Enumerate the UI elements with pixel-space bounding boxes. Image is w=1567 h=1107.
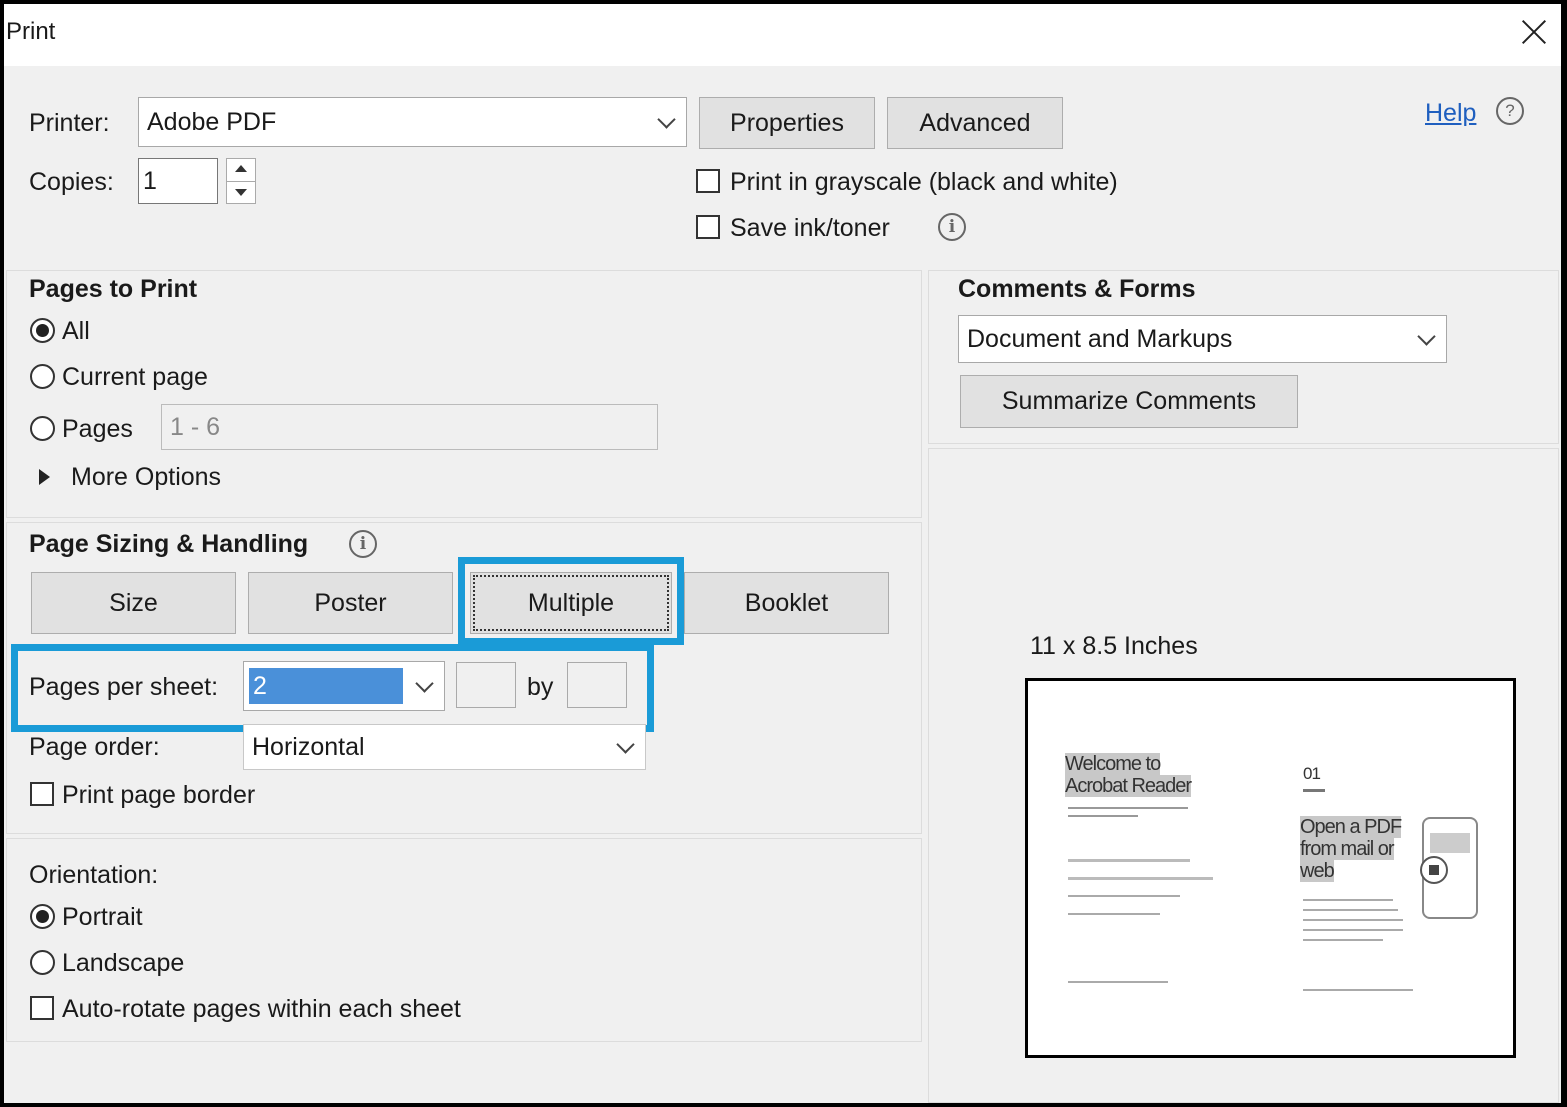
printer-value: Adobe PDF (147, 107, 277, 136)
landscape-radio[interactable] (30, 950, 55, 975)
expand-triangle-icon[interactable] (39, 469, 50, 485)
advanced-button[interactable]: Advanced (887, 97, 1063, 149)
copies-input[interactable]: 1 (138, 158, 218, 204)
chevron-down-icon[interactable] (646, 98, 686, 146)
tab-booklet[interactable]: Booklet (684, 572, 889, 634)
preview-text-line (1068, 815, 1138, 817)
page-sizing-heading: Page Sizing & Handling (29, 530, 309, 558)
preview-left-page: Welcome to Acrobat Reader (1065, 753, 1192, 797)
pages-range-value: 1 - 6 (170, 412, 221, 441)
preview-list-line (1068, 859, 1190, 862)
comments-forms-select[interactable]: Document and Markups (958, 315, 1447, 363)
preview-list-line (1068, 877, 1213, 880)
pages-label: Pages (62, 415, 133, 443)
copies-stepper[interactable] (226, 158, 256, 204)
title-bar: Print (4, 4, 1561, 66)
preview-right-page: Open a PDF from mail or web (1300, 816, 1402, 882)
printer-select[interactable]: Adobe PDF (138, 97, 687, 147)
preview-text-line (1068, 807, 1188, 809)
all-radio[interactable] (30, 318, 55, 343)
print-page-border-label: Print page border (62, 781, 256, 809)
stepper-up-icon[interactable] (235, 165, 247, 172)
save-ink-checkbox[interactable] (696, 215, 720, 239)
preview-text-line (1303, 929, 1403, 931)
page-sizing-info-icon[interactable]: i (349, 530, 377, 558)
print-preview: Welcome to Acrobat Reader 01 Open a PDF … (1025, 678, 1516, 1058)
preview-text-line (1303, 939, 1383, 941)
by-label: by (527, 673, 554, 701)
preview-footer-line (1303, 989, 1413, 991)
more-options-link[interactable]: More Options (71, 463, 221, 492)
tab-size[interactable]: Size (31, 572, 236, 634)
summarize-comments-button[interactable]: Summarize Comments (960, 375, 1298, 428)
orientation-heading: Orientation: (29, 861, 159, 889)
tab-poster[interactable]: Poster (248, 572, 453, 634)
page-order-value: Horizontal (252, 732, 365, 761)
comments-forms-heading: Comments & Forms (958, 275, 1196, 303)
pages-radio[interactable] (30, 416, 55, 441)
auto-rotate-label: Auto-rotate pages within each sheet (62, 995, 461, 1023)
landscape-label: Landscape (62, 949, 185, 977)
current-page-radio[interactable] (30, 364, 55, 389)
all-label: All (62, 317, 90, 345)
preview-text-line (1303, 899, 1393, 901)
close-icon[interactable] (1516, 14, 1552, 50)
print-page-border-checkbox[interactable] (30, 782, 54, 806)
chevron-down-icon[interactable] (1406, 316, 1446, 362)
print-dialog: Print Printer: Adobe PDF Properties Adva… (4, 4, 1561, 1103)
save-ink-info-icon[interactable]: i (938, 213, 966, 241)
properties-button[interactable]: Properties (699, 97, 875, 149)
chevron-down-icon[interactable] (404, 662, 444, 710)
page-order-select[interactable]: Horizontal (243, 724, 646, 770)
copies-label: Copies: (29, 168, 114, 196)
dialog-title: Print (6, 18, 56, 45)
preview-text-line (1303, 909, 1398, 911)
grayscale-label: Print in grayscale (black and white) (730, 168, 1118, 196)
tab-multiple[interactable]: Multiple (470, 572, 672, 634)
auto-rotate-checkbox[interactable] (30, 996, 54, 1020)
pages-per-sheet-select[interactable]: 2 (243, 661, 445, 711)
pages-range-input[interactable]: 1 - 6 (161, 404, 658, 450)
pages-per-sheet-value: 2 (249, 668, 403, 704)
current-page-label: Current page (62, 363, 208, 391)
copies-value: 1 (143, 166, 157, 195)
stepper-divider (227, 181, 255, 182)
preview-list-line (1068, 913, 1160, 915)
rows-input[interactable] (456, 662, 516, 708)
grayscale-checkbox[interactable] (696, 169, 720, 193)
help-icon[interactable]: ? (1496, 97, 1524, 125)
page-order-label: Page order: (29, 733, 160, 761)
portrait-label: Portrait (62, 903, 143, 931)
save-ink-label: Save ink/toner (730, 214, 890, 242)
pages-per-sheet-label: Pages per sheet: (29, 673, 219, 701)
preview-list-line (1068, 895, 1180, 897)
help-link[interactable]: Help (1425, 99, 1476, 128)
preview-footer-line (1068, 981, 1168, 983)
preview-size-label: 11 x 8.5 Inches (1030, 632, 1198, 660)
preview-text-line (1303, 919, 1403, 921)
pages-to-print-heading: Pages to Print (29, 275, 198, 303)
portrait-radio[interactable] (30, 904, 55, 929)
comments-forms-value: Document and Markups (967, 324, 1233, 353)
columns-input[interactable] (567, 662, 627, 708)
preview-number-underline (1303, 789, 1325, 792)
chevron-down-icon[interactable] (605, 725, 645, 769)
preview-right-page-number: 01 (1303, 764, 1321, 783)
pdf-badge-icon (1420, 856, 1448, 884)
printer-label: Printer: (29, 109, 110, 137)
stepper-down-icon[interactable] (235, 189, 247, 196)
